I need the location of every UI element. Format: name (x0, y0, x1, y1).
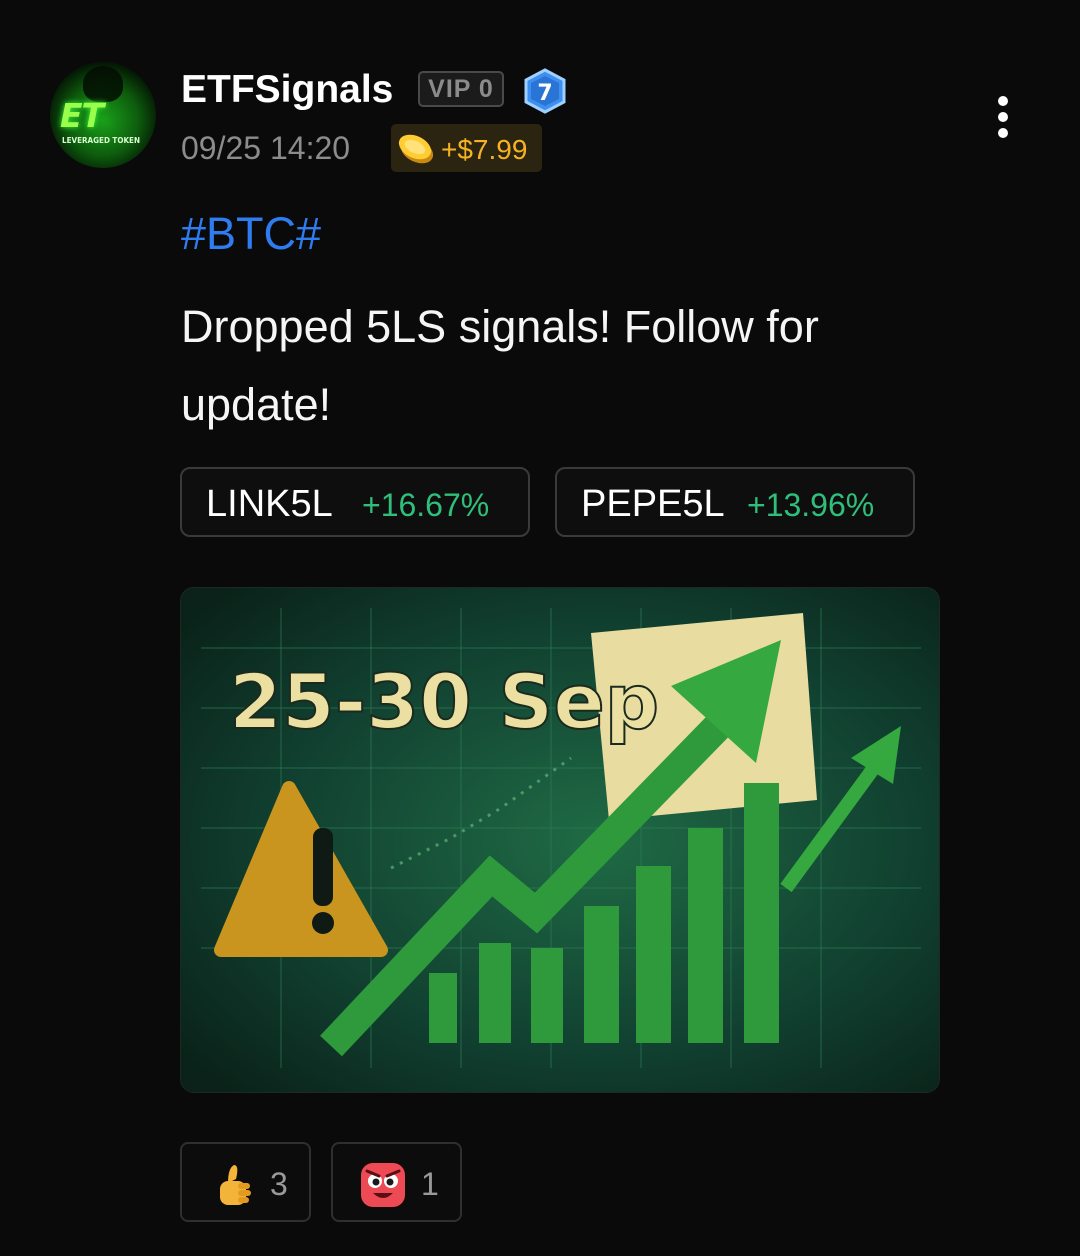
token-change: +16.67% (362, 487, 490, 523)
post-timestamp: 09/25 14:20 (181, 130, 351, 166)
token-symbol: LINK5L (206, 483, 333, 525)
token-chip-link5l[interactable]: LINK5L +16.67% (180, 467, 530, 537)
thumbs-up-icon (220, 1165, 251, 1205)
vip-badge: VIP 0 (418, 71, 504, 107)
post-image[interactable]: 25-30 Sep (180, 587, 940, 1093)
reward-badge[interactable]: +$7.99 (391, 124, 542, 172)
token-symbol: PEPE5L (581, 483, 725, 525)
image-date-text: 25-30 Sep (229, 657, 659, 746)
reaction-angry-face[interactable]: 1 (331, 1142, 462, 1222)
author-avatar[interactable]: ET LEVERAGED TOKEN (50, 62, 156, 168)
reaction-count: 3 (270, 1166, 288, 1202)
reward-amount: +$7.99 (441, 134, 528, 165)
level-badge-icon: 7 (524, 68, 566, 114)
level-number: 7 (537, 81, 552, 106)
avatar-monogram: ET (60, 96, 104, 135)
reaction-thumbs-up[interactable]: 3 (180, 1142, 311, 1222)
signal-illustration: 25-30 Sep (181, 588, 939, 1092)
more-options-icon[interactable] (990, 96, 1016, 146)
hashtag-link[interactable]: #BTC# (181, 208, 321, 260)
post-body: Dropped 5LS signals! Follow for update! (181, 301, 819, 430)
token-change: +13.96% (747, 487, 875, 523)
author-name[interactable]: ETFSignals (181, 68, 393, 112)
reaction-count: 1 (421, 1166, 439, 1202)
coin-icon (398, 134, 434, 164)
angry-face-icon (361, 1163, 405, 1207)
token-chip-pepe5l[interactable]: PEPE5L +13.96% (555, 467, 915, 537)
avatar-tagline: LEVERAGED TOKEN (62, 136, 140, 145)
